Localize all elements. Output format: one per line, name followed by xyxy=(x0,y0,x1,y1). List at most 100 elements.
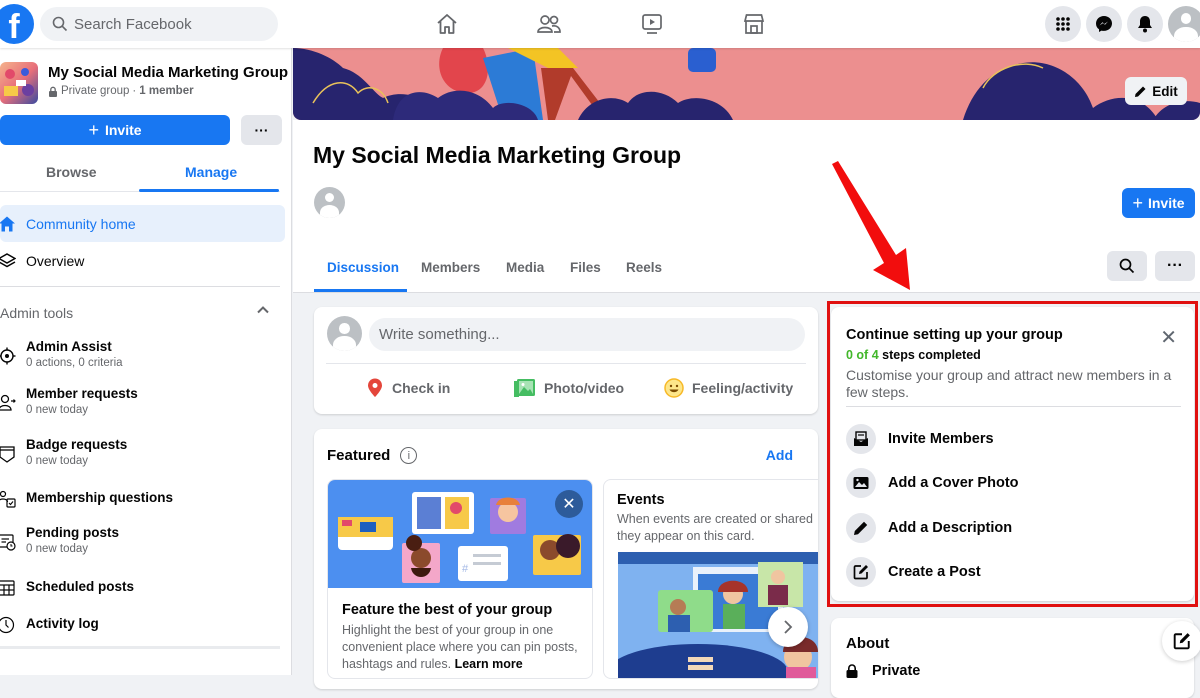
facebook-logo[interactable]: f xyxy=(0,4,34,44)
new-message-button[interactable] xyxy=(1162,621,1200,661)
setup-group-card: Continue setting up your group ✕ 0 of 4 … xyxy=(831,307,1194,601)
search-icon xyxy=(1119,258,1135,274)
invite-button[interactable]: + Invite xyxy=(1122,188,1195,218)
member-count[interactable]: 1 member xyxy=(139,85,193,97)
composer-divider xyxy=(326,363,806,364)
admin-item-title: Badge requests xyxy=(26,437,128,452)
events-card[interactable]: Events When events are created or shared… xyxy=(603,479,818,679)
group-thumbnail[interactable] xyxy=(0,62,38,104)
dismiss-feature-card-button[interactable]: ✕ xyxy=(555,490,583,518)
nav-watch-button[interactable] xyxy=(638,10,666,38)
person-request-icon xyxy=(0,394,16,411)
questions-icon xyxy=(0,490,16,508)
chevron-up-icon[interactable] xyxy=(256,303,270,317)
pending-posts-icon xyxy=(0,534,16,551)
featured-add-link[interactable]: Add xyxy=(766,447,793,463)
sidebar-more-button[interactable]: ··· xyxy=(241,115,282,145)
admin-item-title: Admin Assist xyxy=(26,339,112,354)
messenger-button[interactable] xyxy=(1086,6,1122,42)
notifications-button[interactable] xyxy=(1127,6,1163,42)
steps-done-count: 0 of 4 xyxy=(846,348,879,362)
active-tab-indicator xyxy=(139,189,279,192)
step-create-post[interactable]: Create a Post xyxy=(846,557,981,587)
group-meta: Private group · 1 member xyxy=(48,85,194,97)
member-avatar[interactable] xyxy=(314,187,345,218)
menu-grid-icon xyxy=(1056,17,1070,31)
watch-icon xyxy=(642,14,662,34)
step-invite-members[interactable]: Invite Members xyxy=(846,424,994,454)
sidebar-item-overview[interactable]: Overview xyxy=(0,242,285,279)
group-more-button[interactable]: ··· xyxy=(1155,251,1195,281)
nav-marketplace-button[interactable] xyxy=(740,10,768,38)
calendar-icon xyxy=(0,580,15,596)
setup-divider xyxy=(846,406,1181,407)
nav-friends-button[interactable] xyxy=(535,10,563,38)
feature-best-card[interactable]: # ✕ Feature the best of your group Highl… xyxy=(327,479,593,679)
compose-icon xyxy=(853,565,868,580)
menu-button[interactable] xyxy=(1045,6,1081,42)
admin-item-subtitle: 0 new today xyxy=(26,543,89,555)
events-next-button[interactable] xyxy=(768,607,808,647)
check-in-label: Check in xyxy=(392,380,451,396)
step-add-cover-photo[interactable]: Add a Cover Photo xyxy=(846,468,1019,498)
invite-label: Invite xyxy=(104,122,142,138)
feature-card-body: Highlight the best of your group in one … xyxy=(342,622,582,673)
plus-icon: + xyxy=(88,119,99,140)
tab-media[interactable]: Media xyxy=(506,260,544,275)
group-name[interactable]: My Social Media Marketing Group xyxy=(48,64,288,81)
notifications-icon xyxy=(1138,16,1152,33)
location-pin-icon xyxy=(368,378,382,397)
step-add-description[interactable]: Add a Description xyxy=(846,513,1012,543)
tab-manage[interactable]: Manage xyxy=(185,164,237,180)
sidebar-divider xyxy=(0,646,280,649)
tab-discussion[interactable]: Discussion xyxy=(327,260,399,275)
admin-tools-label: Admin tools xyxy=(0,305,74,321)
tab-browse[interactable]: Browse xyxy=(46,164,97,180)
check-in-button[interactable]: Check in xyxy=(366,378,450,398)
sidebar-invite-button[interactable]: + Invite xyxy=(0,115,230,145)
badge-icon xyxy=(0,446,15,463)
group-header: My Social Media Marketing Group + Invite… xyxy=(293,120,1200,293)
admin-tools-header[interactable]: Admin tools xyxy=(0,305,280,321)
sidebar-item-label: Overview xyxy=(26,252,85,269)
compose-icon xyxy=(1173,633,1190,650)
group-sidebar: My Social Media Marketing Group Private … xyxy=(0,48,292,675)
profile-avatar[interactable] xyxy=(1168,6,1200,42)
learn-more-link[interactable]: Learn more xyxy=(455,657,523,671)
search-placeholder: Search Facebook xyxy=(74,15,192,33)
lock-icon xyxy=(846,664,858,678)
featured-section: Featured i Add # ✕ Feature the best of y… xyxy=(314,429,818,689)
step-label: Add a Description xyxy=(888,520,1013,536)
edit-cover-button[interactable]: Edit xyxy=(1125,77,1187,105)
admin-item-title: Activity log xyxy=(26,616,99,631)
chevron-right-icon xyxy=(784,620,793,634)
group-search-button[interactable] xyxy=(1107,251,1147,281)
home-icon xyxy=(0,216,15,231)
search-input[interactable]: Search Facebook xyxy=(40,7,278,41)
about-title: About xyxy=(846,635,890,652)
clock-icon xyxy=(0,616,15,634)
nav-home-button[interactable] xyxy=(433,10,461,38)
info-icon[interactable]: i xyxy=(400,447,418,464)
tab-reels[interactable]: Reels xyxy=(626,260,662,275)
step-label: Add a Cover Photo xyxy=(888,475,1019,491)
tab-files[interactable]: Files xyxy=(570,260,601,275)
about-card: About Private xyxy=(831,618,1194,698)
pencil-icon xyxy=(1135,86,1146,97)
setup-description: Customise your group and attract new mem… xyxy=(846,367,1172,400)
events-heading: Events xyxy=(617,492,665,508)
sidebar-item-label: Community home xyxy=(26,215,136,232)
setup-progress: 0 of 4 steps completed xyxy=(846,348,981,362)
tab-members[interactable]: Members xyxy=(421,260,480,275)
feature-illustration: # xyxy=(328,480,592,588)
photo-video-button[interactable]: Photo/video xyxy=(514,378,624,398)
pencil-icon xyxy=(854,521,868,535)
close-setup-button[interactable]: ✕ xyxy=(1160,325,1177,350)
friends-icon xyxy=(537,15,561,33)
write-post-input[interactable]: Write something... xyxy=(369,318,805,351)
feeling-activity-button[interactable]: Feeling/activity xyxy=(664,378,793,398)
cover-photo[interactable]: Edit xyxy=(293,48,1200,120)
more-icon: ··· xyxy=(1167,257,1183,274)
gear-icon xyxy=(0,347,16,365)
sidebar-item-community-home[interactable]: Community home xyxy=(0,205,285,242)
